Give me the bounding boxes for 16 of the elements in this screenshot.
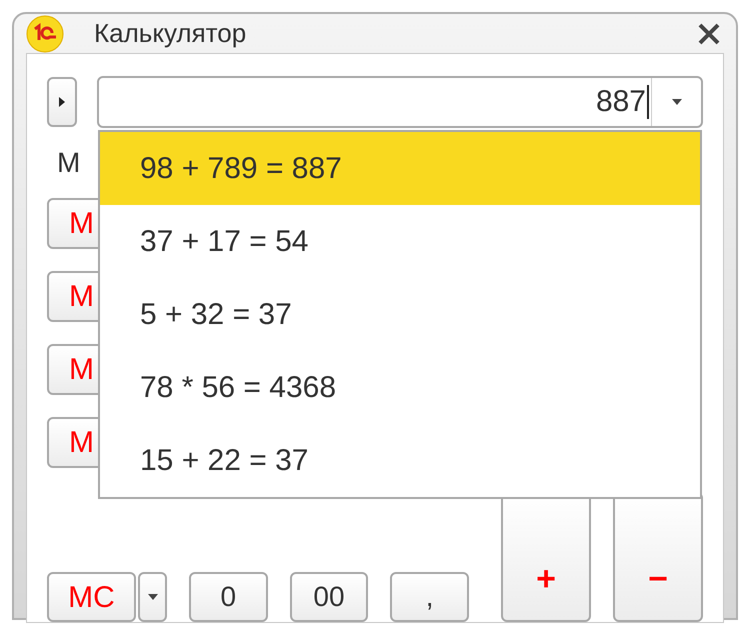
digit-button[interactable]: 00 <box>290 572 368 622</box>
display-value: 887 <box>99 85 649 119</box>
memory-clear-button[interactable]: MC <box>47 572 136 622</box>
history-item[interactable]: 98 + 789 = 887 <box>100 132 700 205</box>
display-field[interactable]: 887 <box>97 76 703 128</box>
digit-button[interactable]: , <box>390 572 470 622</box>
memory-label: M <box>57 146 80 180</box>
caret-icon <box>148 594 158 600</box>
close-icon[interactable] <box>696 20 722 46</box>
triangle-right-icon <box>59 97 65 107</box>
digit-button[interactable]: 0 <box>189 572 268 622</box>
window-title: Калькулятор <box>94 17 248 50</box>
caret-icon[interactable] <box>672 99 682 105</box>
logo-icon <box>26 14 64 52</box>
dropdown-button[interactable] <box>138 572 167 622</box>
expand-button[interactable] <box>47 77 77 127</box>
